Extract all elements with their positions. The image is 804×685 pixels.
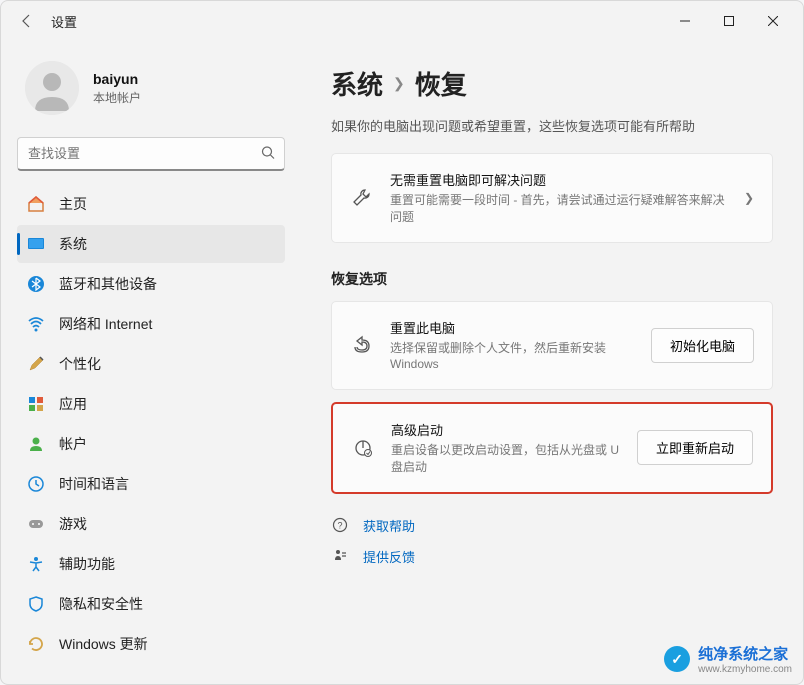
feedback-icon	[331, 548, 349, 564]
nav-label: 个性化	[59, 354, 101, 374]
bluetooth-icon	[27, 275, 45, 293]
page-title: 恢复	[415, 65, 467, 102]
nav-list: 主页 系统 蓝牙和其他设备 网络和 Internet 个性化 应用 帐户 时间和…	[17, 185, 285, 663]
reset-pc-button[interactable]: 初始化电脑	[651, 328, 754, 363]
watermark: ✓ 纯净系统之家 www.kzmyhome.com	[664, 643, 792, 675]
nav-home[interactable]: 主页	[17, 185, 285, 223]
apps-icon	[27, 395, 45, 413]
restart-now-button[interactable]: 立即重新启动	[637, 430, 753, 465]
nav-apps[interactable]: 应用	[17, 385, 285, 423]
system-icon	[27, 235, 45, 253]
card-title: 重置此电脑	[390, 318, 635, 337]
titlebar: 设置	[1, 1, 803, 41]
search-input[interactable]	[17, 137, 285, 171]
card-title: 无需重置电脑即可解决问题	[390, 170, 728, 189]
feedback-link[interactable]: 提供反馈	[363, 547, 415, 566]
card-sub: 重置可能需要一段时间 - 首先，请尝试通过运行疑难解答来解决问题	[390, 192, 728, 226]
nav-label: 蓝牙和其他设备	[59, 274, 157, 294]
update-icon	[27, 635, 45, 653]
reset-icon	[350, 334, 374, 356]
feedback-link-row: 提供反馈	[331, 547, 773, 566]
back-button[interactable]	[9, 3, 45, 39]
nav-label: 游戏	[59, 514, 87, 534]
reset-pc-card: 重置此电脑 选择保留或删除个人文件，然后重新安装 Windows 初始化电脑	[331, 301, 773, 391]
privacy-icon	[27, 595, 45, 613]
nav-label: 系统	[59, 234, 87, 254]
nav-label: 帐户	[59, 434, 87, 454]
nav-label: 隐私和安全性	[59, 594, 143, 614]
sidebar: baiyun 本地帐户 主页 系统 蓝牙和其他设备 网络和 Internet 个…	[1, 41, 301, 684]
nav-update[interactable]: Windows 更新	[17, 625, 285, 663]
help-icon: ?	[331, 517, 349, 533]
troubleshoot-card[interactable]: 无需重置电脑即可解决问题 重置可能需要一段时间 - 首先，请尝试通过运行疑难解答…	[331, 153, 773, 243]
watermark-text: 纯净系统之家	[698, 646, 788, 663]
home-icon	[27, 195, 45, 213]
watermark-icon: ✓	[664, 646, 690, 672]
games-icon	[27, 515, 45, 533]
power-icon	[351, 437, 375, 459]
nav-personalization[interactable]: 个性化	[17, 345, 285, 383]
card-sub: 重启设备以更改启动设置，包括从光盘或 U 盘启动	[391, 442, 621, 476]
wrench-icon	[350, 187, 374, 209]
nav-label: 时间和语言	[59, 474, 129, 494]
network-icon	[27, 315, 45, 333]
svg-text:?: ?	[337, 521, 342, 531]
avatar	[25, 61, 79, 115]
nav-system[interactable]: 系统	[17, 225, 285, 263]
nav-accessibility[interactable]: 辅助功能	[17, 545, 285, 583]
minimize-button[interactable]	[663, 5, 707, 37]
nav-label: Windows 更新	[59, 634, 148, 654]
accounts-icon	[27, 435, 45, 453]
section-title: 恢复选项	[331, 269, 773, 289]
accessibility-icon	[27, 555, 45, 573]
chevron-right-icon: ❯	[393, 75, 405, 92]
search-icon	[261, 146, 275, 163]
profile-block[interactable]: baiyun 本地帐户	[17, 53, 285, 131]
nav-bluetooth[interactable]: 蓝牙和其他设备	[17, 265, 285, 303]
advanced-startup-card: 高级启动 重启设备以更改启动设置，包括从光盘或 U 盘启动 立即重新启动	[331, 402, 773, 494]
nav-label: 主页	[59, 194, 87, 214]
help-link-row: ? 获取帮助	[331, 516, 773, 535]
card-sub: 选择保留或删除个人文件，然后重新安装 Windows	[390, 340, 635, 374]
nav-accounts[interactable]: 帐户	[17, 425, 285, 463]
search-wrap	[17, 137, 285, 171]
nav-time[interactable]: 时间和语言	[17, 465, 285, 503]
content: 系统 ❯ 恢复 如果你的电脑出现问题或希望重置，这些恢复选项可能有所帮助 无需重…	[301, 41, 803, 684]
nav-label: 应用	[59, 394, 87, 414]
page-subtitle: 如果你的电脑出现问题或希望重置，这些恢复选项可能有所帮助	[331, 116, 773, 135]
breadcrumb-parent[interactable]: 系统	[331, 65, 383, 102]
window-title: 设置	[51, 12, 77, 31]
nav-network[interactable]: 网络和 Internet	[17, 305, 285, 343]
nav-label: 网络和 Internet	[59, 314, 152, 334]
watermark-sub: www.kzmyhome.com	[698, 664, 792, 675]
time-icon	[27, 475, 45, 493]
nav-label: 辅助功能	[59, 554, 115, 574]
chevron-right-icon: ❯	[744, 191, 754, 205]
maximize-button[interactable]	[707, 5, 751, 37]
close-button[interactable]	[751, 5, 795, 37]
card-title: 高级启动	[391, 420, 621, 439]
profile-sub: 本地帐户	[93, 89, 141, 106]
nav-games[interactable]: 游戏	[17, 505, 285, 543]
nav-privacy[interactable]: 隐私和安全性	[17, 585, 285, 623]
help-link[interactable]: 获取帮助	[363, 516, 415, 535]
breadcrumb: 系统 ❯ 恢复	[331, 65, 773, 102]
profile-name: baiyun	[93, 71, 141, 87]
brush-icon	[27, 355, 45, 373]
